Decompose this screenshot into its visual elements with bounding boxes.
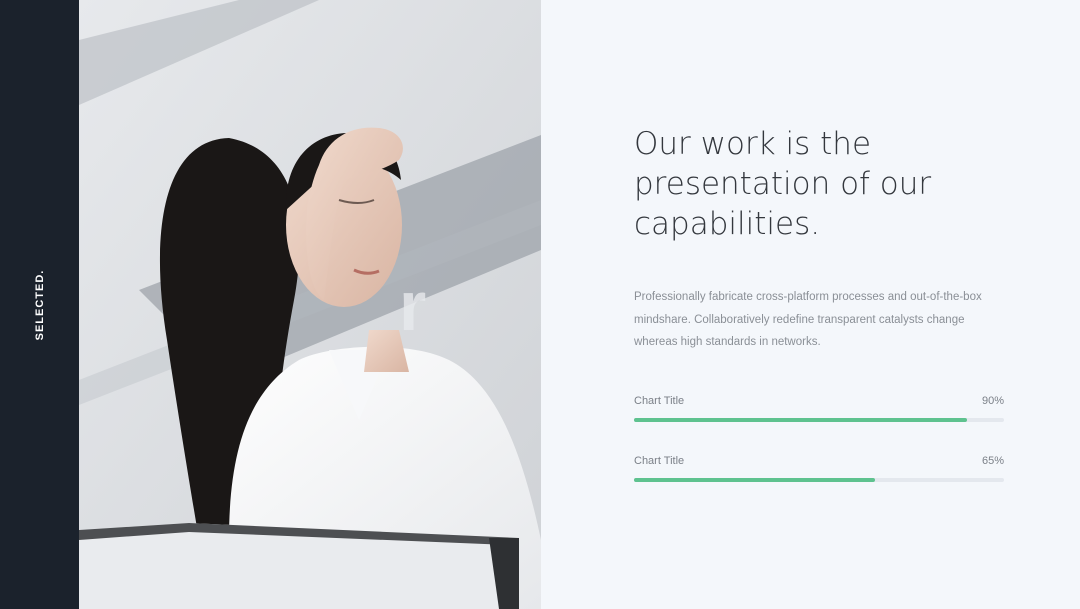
- skill-bar-2: Chart Title 65%: [634, 454, 1004, 482]
- description: Professionally fabricate cross-platform …: [634, 291, 982, 348]
- skill-bar-title: Chart Title: [634, 455, 685, 467]
- content-panel: Our work is the presentation of our capa…: [541, 0, 1080, 609]
- woman-portrait-photo: r: [79, 0, 541, 609]
- sidebar: SELECTED.: [0, 0, 79, 609]
- skill-bar-percent: 90%: [981, 395, 1004, 407]
- progress-track: [634, 478, 1004, 482]
- progress-fill: [634, 418, 967, 422]
- svg-text:r: r: [399, 267, 426, 345]
- skill-bar-1: Chart Title 90%: [634, 394, 1004, 422]
- skill-bar-percent: 65%: [981, 455, 1004, 467]
- progress-fill: [634, 478, 875, 482]
- progress-track: [634, 418, 1004, 422]
- headline: Our work is the presentation of our capa…: [634, 126, 932, 242]
- sidebar-label: SELECTED.: [34, 269, 46, 341]
- skill-bar-title: Chart Title: [634, 395, 685, 407]
